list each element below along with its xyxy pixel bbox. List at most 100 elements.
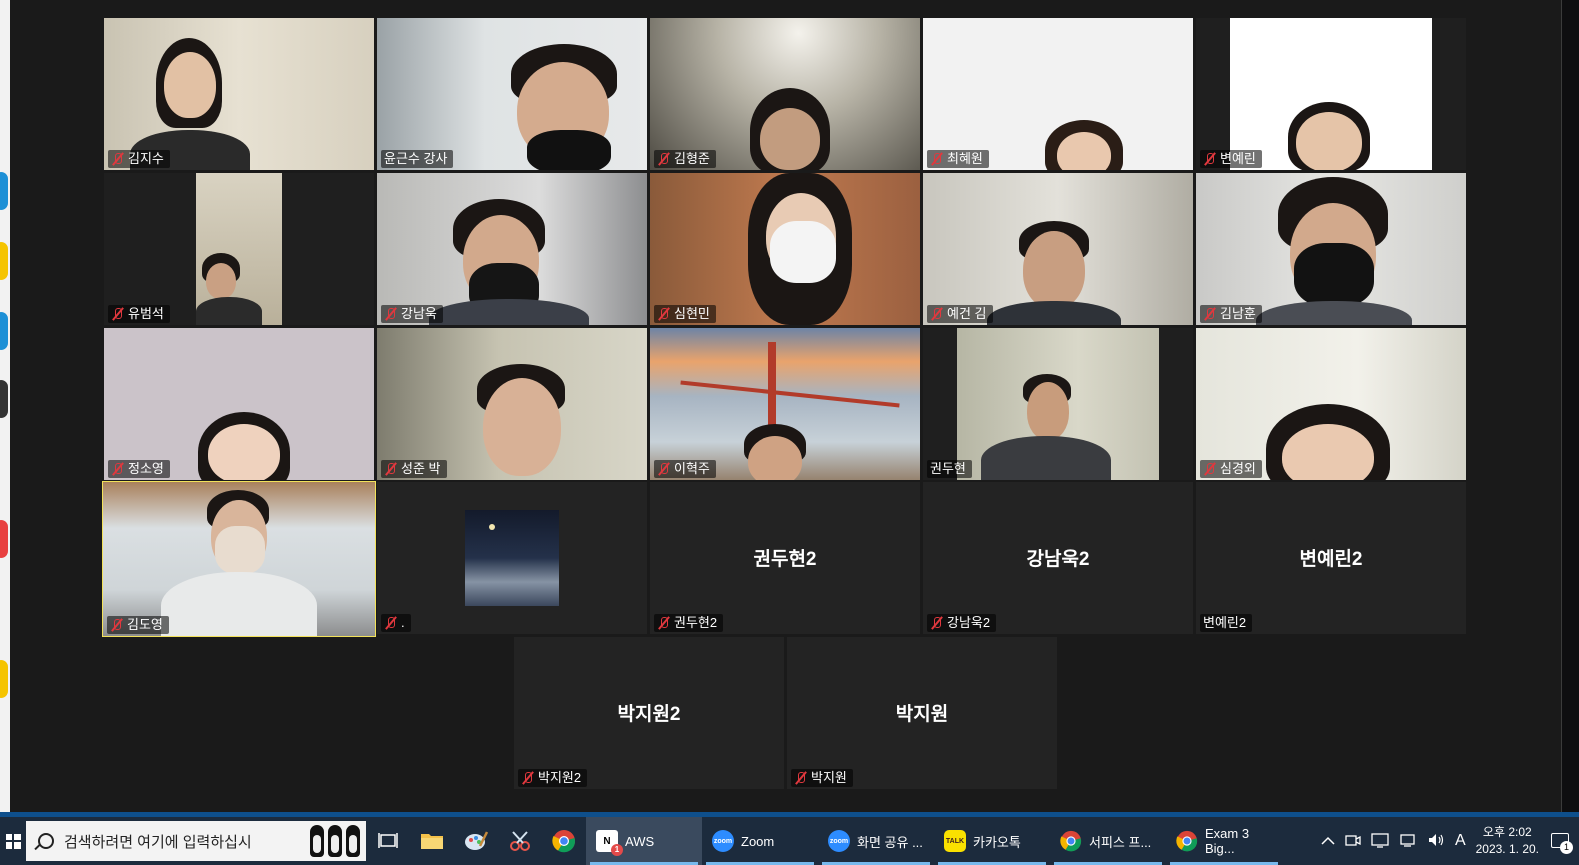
participant-tile[interactable]: 성준 박	[377, 328, 647, 480]
meet-now-icon[interactable]	[1345, 832, 1361, 851]
taskbar-app-zoom[interactable]: zoom Zoom	[702, 817, 818, 865]
scrollbar[interactable]	[1555, 0, 1561, 812]
search-placeholder: 검색하려면 여기에 입력하십시	[64, 833, 252, 851]
notification-badge: 1	[611, 844, 623, 856]
search-highlight-penguins-icon	[310, 825, 360, 857]
notification-center-icon[interactable]: 1	[1549, 830, 1573, 854]
system-tray: A 오후 2:02 2023. 1. 20. 1	[1321, 824, 1579, 858]
input-method-indicator[interactable]: A	[1455, 832, 1466, 850]
participant-tile[interactable]: 정소영	[104, 328, 374, 480]
task-view-icon[interactable]	[366, 817, 410, 865]
participant-tile[interactable]: 강남욱2 강남욱2	[923, 482, 1193, 634]
name-tag: 강남욱	[381, 305, 443, 323]
zoom-gallery-window: 김지수 윤근수 강사 김형준 최혜원 변예린 유범석 강남욱 심현민 예건 김 …	[10, 0, 1562, 812]
participant-tile-active-speaker[interactable]: 김도영	[102, 481, 376, 637]
participant-name: 변예린2	[1203, 615, 1247, 630]
name-tag: 이혁주	[654, 460, 716, 478]
clock[interactable]: 오후 2:02 2023. 1. 20.	[1476, 824, 1539, 858]
participant-name: 정소영	[128, 461, 164, 476]
participant-display-name: 권두현2	[753, 549, 817, 570]
chrome-icon[interactable]	[542, 817, 586, 865]
participant-tile[interactable]: 최혜원	[923, 18, 1193, 170]
network-icon[interactable]	[1399, 832, 1417, 851]
microphone-muted-icon	[384, 616, 398, 630]
microphone-muted-icon	[930, 152, 944, 166]
participant-name: 성준 박	[401, 461, 441, 476]
participant-tile[interactable]: 변예린	[1196, 18, 1466, 170]
participant-video	[103, 482, 375, 636]
background-app-window[interactable]	[0, 0, 10, 820]
participant-tile[interactable]: 김형준	[650, 18, 920, 170]
name-tag: 예건 김	[927, 305, 993, 323]
participant-tile[interactable]: 김지수	[104, 18, 374, 170]
search-icon	[38, 833, 54, 849]
microphone-muted-icon	[930, 616, 944, 630]
participant-tile[interactable]: 심현민	[650, 173, 920, 325]
taskbar-app-screen-share[interactable]: zoom 화면 공유 ...	[818, 817, 934, 865]
participant-name: 김지수	[128, 151, 164, 166]
participant-video	[377, 328, 647, 480]
participant-name: 이혁주	[674, 461, 710, 476]
taskbar-app-label: AWS	[625, 833, 655, 849]
chevron-up-icon[interactable]	[1321, 833, 1335, 849]
screen-icon[interactable]	[1371, 832, 1389, 851]
microphone-muted-icon	[794, 771, 808, 785]
participant-tile[interactable]: 유범석	[104, 173, 374, 325]
taskbar-app-kakaotalk[interactable]: TALK 카카오톡	[934, 817, 1050, 865]
participant-tile[interactable]: 변예린2 변예린2	[1196, 482, 1466, 634]
name-tag: 김형준	[654, 150, 716, 168]
taskbar-app-label: Zoom	[741, 833, 775, 849]
participant-tile[interactable]: 윤근수 강사	[377, 18, 647, 170]
participant-tile[interactable]: .	[377, 482, 647, 634]
taskbar-app-chrome-2[interactable]: Exam 3 Big...	[1166, 817, 1282, 865]
participant-name: 최혜원	[947, 151, 983, 166]
participant-name: 김남훈	[1220, 306, 1256, 321]
name-tag: 권두현	[927, 460, 972, 478]
participant-tile[interactable]: 강남욱	[377, 173, 647, 325]
participant-tile[interactable]: 박지원 박지원	[787, 637, 1057, 789]
microphone-muted-icon	[930, 307, 944, 321]
name-tag: .	[381, 614, 411, 632]
participant-name: 김도영	[127, 617, 163, 632]
taskbar-app-chrome-1[interactable]: 서피스 프...	[1050, 817, 1166, 865]
name-tag: 유범석	[108, 305, 170, 323]
profile-picture	[465, 510, 559, 606]
chrome-icon	[1176, 830, 1198, 852]
participant-tile[interactable]: 예건 김	[923, 173, 1193, 325]
microphone-muted-icon	[1203, 152, 1217, 166]
participant-name: 박지원2	[538, 770, 582, 785]
participant-tile[interactable]: 이혁주	[650, 328, 920, 480]
microphone-muted-icon	[384, 307, 398, 321]
participant-name: 윤근수 강사	[384, 151, 448, 166]
name-tag: 최혜원	[927, 150, 989, 168]
taskbar-app-aws[interactable]: N1 AWS	[586, 817, 702, 865]
microphone-muted-icon	[384, 462, 398, 476]
taskbar-app-label: 서피스 프...	[1089, 834, 1152, 850]
name-tag: 김남훈	[1200, 305, 1262, 323]
participant-tile[interactable]: 권두현2 권두현2	[650, 482, 920, 634]
taskbar-app-label: Exam 3 Big...	[1205, 826, 1250, 856]
name-tag: 권두현2	[654, 614, 724, 632]
microphone-muted-icon	[657, 152, 671, 166]
microphone-muted-icon	[1203, 462, 1217, 476]
microphone-muted-icon	[111, 462, 125, 476]
participant-tile[interactable]: 김남훈	[1196, 173, 1466, 325]
file-explorer-icon[interactable]	[410, 817, 454, 865]
participant-tile[interactable]: 권두현	[923, 328, 1193, 480]
name-tag: 김지수	[108, 150, 170, 168]
participant-tile[interactable]: 박지원2 박지원2	[514, 637, 784, 789]
snipping-tool-icon[interactable]	[498, 817, 542, 865]
participant-video	[377, 18, 647, 170]
name-tag: 변예린	[1200, 150, 1262, 168]
microphone-muted-icon	[1203, 307, 1217, 321]
taskbar-search-box[interactable]: 검색하려면 여기에 입력하십시	[26, 821, 366, 861]
participant-video	[104, 18, 374, 170]
participant-tile[interactable]: 심경외	[1196, 328, 1466, 480]
participant-video	[104, 328, 374, 480]
participant-video	[923, 173, 1193, 325]
microphone-muted-icon	[521, 771, 535, 785]
start-button[interactable]	[0, 817, 26, 865]
volume-icon[interactable]	[1427, 832, 1445, 851]
paint-icon[interactable]	[454, 817, 498, 865]
clock-time: 오후 2:02	[1482, 825, 1532, 839]
